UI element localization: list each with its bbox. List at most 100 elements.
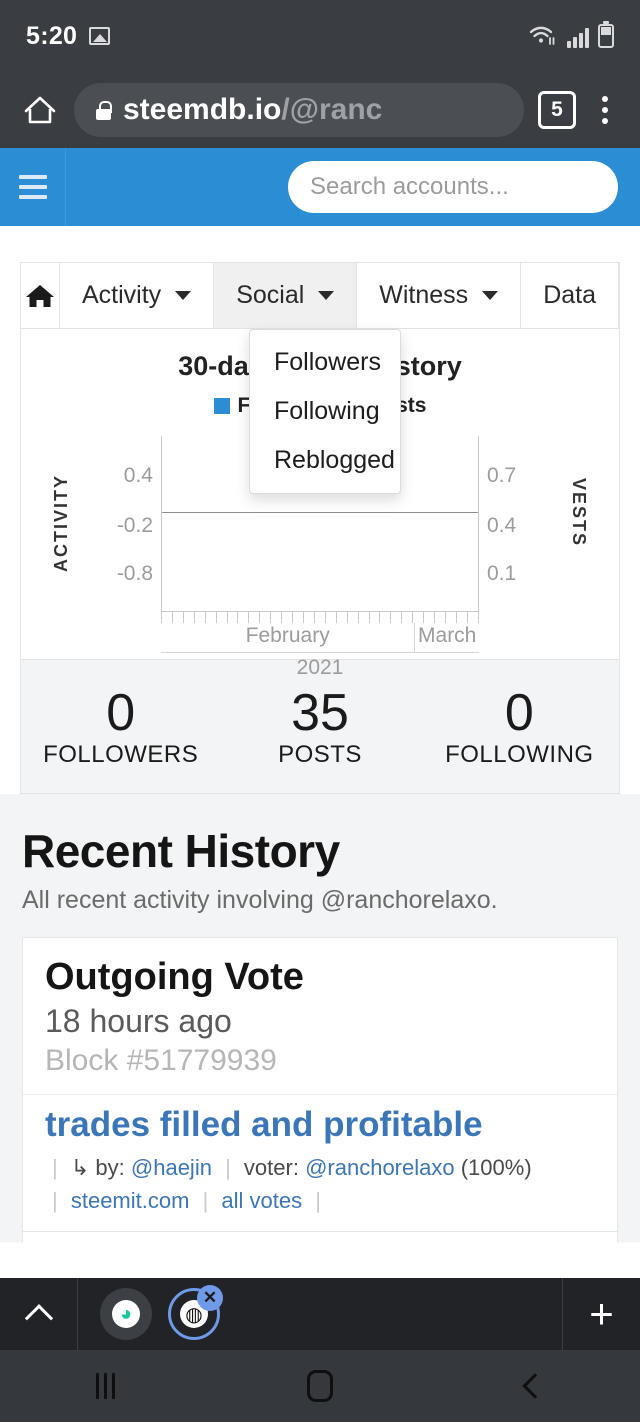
chevron-down-icon: [175, 291, 192, 300]
home-icon: [26, 284, 54, 307]
history-entry-footer: trades filled and profitable | ↳ by: @ha…: [23, 1093, 617, 1231]
right-tick-1: 0.4: [487, 514, 517, 537]
meta-divider: |: [315, 1187, 321, 1213]
image-icon: [89, 27, 111, 45]
browser-home-button[interactable]: [20, 90, 60, 130]
tab-count-button[interactable]: 5: [538, 91, 576, 129]
android-nav-bar: [0, 1350, 640, 1422]
history-list: Outgoing Vote 18 hours ago Block #517799…: [22, 936, 618, 1242]
chart-x-axis: February March 2021: [161, 611, 479, 679]
new-tab-button[interactable]: +: [562, 1278, 640, 1350]
url-text: steemdb.io/@ranc: [123, 93, 382, 127]
chart-right-ticks: 0.7 0.4 0.1: [487, 436, 549, 611]
history-entry-body: Outgoing Vote 18 hours ago Block #517799…: [23, 938, 617, 1094]
profile-panel: Activity Social Witness Data 30-day hist…: [20, 262, 620, 679]
hamburger-menu-icon[interactable]: [0, 148, 66, 226]
social-dropdown-menu[interactable]: Followers Following Reblogged: [249, 329, 401, 494]
wifi-icon: [529, 26, 555, 45]
left-tick-2: -0.8: [116, 562, 153, 585]
browser-tab-item[interactable]: ◕: [100, 1288, 152, 1340]
stat-posts-label: POSTS: [278, 740, 362, 768]
chart-x-ticks: [161, 612, 479, 623]
history-entry-block: Block #51779939: [45, 1043, 277, 1077]
right-tick-0: 0.7: [487, 464, 517, 487]
stat-following: 0 FOLLOWING: [420, 686, 619, 769]
chart-zero-line: [162, 512, 478, 513]
home-icon[interactable]: [307, 1370, 334, 1402]
history-entry-kind: Outgoing Vote: [45, 955, 304, 998]
reply-arrow-icon: ↳: [70, 1154, 90, 1180]
dropdown-item-followers[interactable]: Followers: [250, 338, 400, 387]
tab-activity-label: Activity: [82, 281, 162, 309]
phone-screen: 5:20 steemdb.io/@ranc 5 Search accounts.…: [0, 0, 640, 1422]
tab-data-label: Data: [543, 281, 596, 309]
url-path: /@ranc: [281, 93, 383, 126]
history-entry-post-link[interactable]: trades filled and profitable: [45, 1105, 595, 1145]
legend-swatch-followers: [213, 398, 230, 414]
tab-social-label: Social: [236, 281, 305, 309]
android-status-bar: 5:20: [0, 0, 640, 72]
right-tick-2: 0.1: [487, 562, 517, 585]
stat-following-label: FOLLOWING: [445, 740, 594, 768]
stat-posts: 35 POSTS: [220, 686, 419, 769]
history-entry-next: [22, 1231, 618, 1242]
meta-by-label: by:: [95, 1154, 125, 1180]
page-body: Activity Social Witness Data 30-day hist…: [0, 226, 640, 1242]
tab-witness[interactable]: Witness: [357, 263, 522, 328]
meta-divider: |: [52, 1187, 58, 1213]
search-input[interactable]: [310, 173, 620, 201]
meta-divider: |: [52, 1154, 58, 1180]
browser-toolbar: steemdb.io/@ranc 5: [0, 72, 640, 148]
profile-stats: 0 FOLLOWERS 35 POSTS 0 FOLLOWING: [20, 660, 620, 794]
browser-tab-item-active[interactable]: ◍ ✕: [168, 1285, 223, 1340]
browser-tab-icon: ◕: [112, 1300, 140, 1328]
month-label-february: February: [161, 623, 416, 652]
month-label-march: March: [418, 624, 477, 647]
chevron-up-icon: [24, 1304, 53, 1333]
tab-witness-label: Witness: [379, 281, 469, 309]
tab-data[interactable]: Data: [521, 263, 619, 328]
chart-left-axis-title: ACTIVITY: [51, 474, 71, 573]
recent-history-section: Recent History All recent activity invol…: [0, 793, 640, 1242]
dropdown-item-reblogged[interactable]: Reblogged: [250, 436, 400, 485]
search-box[interactable]: [288, 161, 620, 213]
browser-bottom-bar: ◕ ◍ ✕ +: [0, 1278, 640, 1350]
home-icon: [24, 96, 56, 124]
tab-activity[interactable]: Activity: [60, 263, 215, 328]
chevron-down-icon: [482, 291, 499, 300]
meta-voter-link[interactable]: @ranchorelaxo: [305, 1155, 455, 1180]
tab-home[interactable]: [21, 263, 60, 328]
history-entry-time: 18 hours ago: [45, 1002, 232, 1039]
back-icon[interactable]: [522, 1373, 548, 1399]
history-entry-meta: | ↳ by: @haejin | voter: @ranchorelaxo (…: [45, 1151, 595, 1217]
meta-voter-label: voter:: [243, 1154, 299, 1180]
meta-all-votes-link[interactable]: all votes: [221, 1188, 302, 1213]
meta-author-link[interactable]: @haejin: [131, 1155, 212, 1180]
meta-vote-weight: (100%): [460, 1154, 532, 1180]
expand-toolbar-button[interactable]: [0, 1278, 78, 1350]
stat-followers: 0 FOLLOWERS: [21, 686, 220, 769]
chart-right-axis-title: VESTS: [569, 478, 589, 548]
browser-tab-strip: ◕ ◍ ✕: [78, 1278, 562, 1350]
recent-history-title: Recent History: [22, 824, 340, 877]
cellular-signal-icon: [567, 26, 589, 48]
close-icon[interactable]: ✕: [197, 1285, 223, 1311]
chart-year-label: 2021: [296, 656, 344, 679]
battery-icon: [598, 21, 614, 48]
left-tick-0: 0.4: [123, 464, 153, 487]
status-bar-right: [528, 21, 614, 48]
history-entry: Outgoing Vote 18 hours ago Block #517799…: [22, 936, 618, 1232]
stat-followers-value: 0: [106, 684, 136, 742]
meta-steemit-link[interactable]: steemit.com: [71, 1188, 190, 1213]
kebab-menu-icon[interactable]: [590, 96, 620, 124]
dropdown-item-following[interactable]: Following: [250, 387, 400, 436]
stat-followers-label: FOLLOWERS: [43, 740, 199, 768]
left-tick-1: -0.2: [116, 514, 153, 537]
url-bar[interactable]: steemdb.io/@ranc: [74, 83, 524, 137]
meta-divider: |: [225, 1154, 231, 1180]
chevron-down-icon: [318, 291, 335, 300]
recents-icon[interactable]: [96, 1373, 116, 1399]
status-bar-left: 5:20: [26, 22, 111, 51]
url-domain: steemdb.io: [123, 93, 282, 126]
tab-social[interactable]: Social: [214, 263, 358, 328]
